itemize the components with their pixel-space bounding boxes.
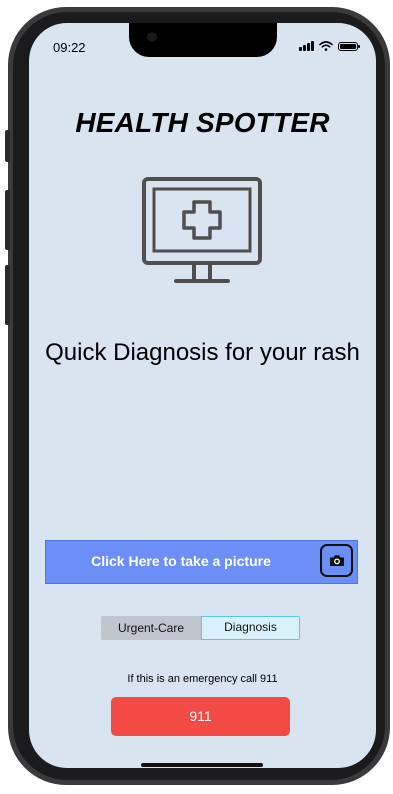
status-icons: [299, 41, 360, 51]
mode-segmented-control: Urgent-Care Diagnosis: [101, 616, 300, 640]
monitor-medical-cross-icon: [142, 177, 262, 283]
tab-diagnosis[interactable]: Diagnosis: [201, 616, 300, 640]
signal-icon: [299, 41, 314, 51]
app-screen: 09:22 HEALTH SPOTTER Quick Diagnosis for…: [29, 23, 376, 768]
volume-up-button: [5, 190, 10, 250]
status-time: 09:22: [53, 40, 86, 55]
tagline: Quick Diagnosis for your rash: [45, 339, 360, 366]
tab-urgent-care[interactable]: Urgent-Care: [101, 616, 201, 640]
home-indicator[interactable]: [141, 763, 263, 767]
camera-button[interactable]: [320, 544, 353, 577]
wifi-icon: [319, 41, 333, 51]
notch: [129, 23, 277, 57]
emergency-notice: If this is an emergency call 911: [127, 673, 278, 685]
front-camera: [147, 32, 157, 42]
mute-switch: [5, 130, 10, 162]
volume-down-button: [5, 265, 10, 325]
app-title: HEALTH SPOTTER: [75, 107, 330, 138]
call-911-button[interactable]: 911: [111, 697, 290, 736]
take-picture-label[interactable]: Click Here to take a picture: [46, 541, 316, 582]
battery-icon: [338, 41, 360, 51]
take-picture-button[interactable]: Click Here to take a picture: [45, 540, 358, 584]
camera-icon: [329, 555, 344, 566]
